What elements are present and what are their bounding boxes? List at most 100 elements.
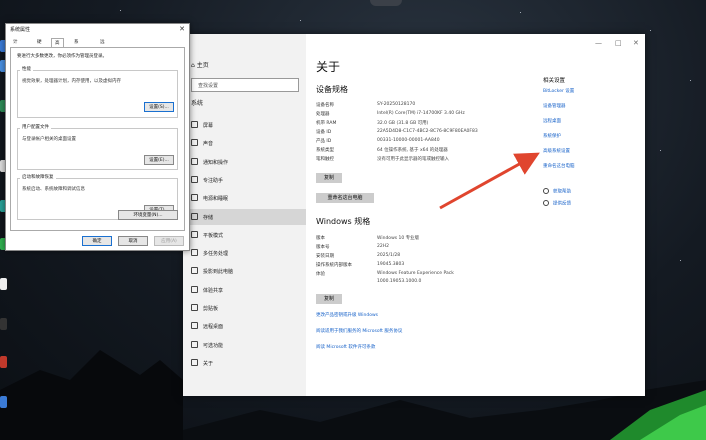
search-placeholder: 查找设置	[198, 83, 219, 89]
nav-item-label: 平板模式	[203, 233, 224, 239]
app-icon[interactable]	[0, 278, 7, 290]
tab-hardware[interactable]: 硬件	[34, 38, 45, 54]
get-help-label: 获取帮助	[553, 189, 571, 195]
ok-button[interactable]: 确定	[82, 236, 112, 246]
nav-item-label: 电源和睡眠	[203, 196, 229, 202]
nav-home[interactable]: ⌂ 主页	[191, 60, 209, 69]
rename-pc-button[interactable]: 重命名这台电脑	[316, 193, 374, 203]
nav-item-label: 专注助手	[203, 178, 224, 184]
nav-item-shared-experiences[interactable]: 体验共享	[183, 282, 306, 298]
star	[650, 30, 651, 31]
dialog-body: 要进行大多数更改，你必须作为管理员登录。 性能 视觉效果，处理器计划，内存使用，…	[10, 47, 185, 231]
app-icon[interactable]	[0, 318, 7, 330]
environment-variables-button[interactable]: 环境变量(N)...	[118, 210, 178, 220]
give-feedback-label: 提供反馈	[553, 201, 571, 207]
cancel-button[interactable]: 取消	[118, 236, 148, 246]
copy-device-specs-button[interactable]: 复制	[316, 173, 342, 183]
tab-computer-name[interactable]: 计算机名	[10, 38, 21, 72]
display-icon	[191, 121, 198, 128]
tab-remote[interactable]: 远程	[97, 38, 108, 54]
star	[300, 20, 301, 21]
advanced-system-settings-link[interactable]: 高级系统设置	[543, 148, 570, 154]
nav-item-label: 投影到此电脑	[203, 269, 234, 275]
spec-key: 产品 ID	[316, 139, 332, 144]
spec-value: 1000.19053.1000.0	[377, 279, 422, 284]
performance-settings-button[interactable]: 设置(S)...	[144, 102, 174, 112]
settings-content: 关于 设备规格 设备名称 SY-20250128170 处理器 Intel(R) C…	[306, 34, 645, 396]
nav-item-storage[interactable]: 存储	[183, 209, 306, 225]
nav-item-clipboard[interactable]: 剪贴板	[183, 300, 306, 316]
service-agreement-link[interactable]: 阅读适用于我们服务的 Microsoft 服务协议	[316, 328, 402, 334]
app-icon[interactable]	[0, 356, 7, 368]
spec-value: 32.0 GB (31.8 GB 可用)	[377, 121, 429, 126]
spec-value: 22H2	[377, 244, 389, 249]
spec-value: 64 位操作系统, 基于 x64 的处理器	[377, 148, 448, 153]
nav-item-tablet-mode[interactable]: 平板模式	[183, 227, 306, 243]
group-title: 用户配置文件	[20, 124, 51, 130]
app-icon[interactable]	[0, 396, 7, 408]
user-profiles-settings-button[interactable]: 设置(E)...	[144, 155, 174, 165]
nav-item-about[interactable]: 关于	[183, 355, 306, 371]
change-product-key-link[interactable]: 更改产品密钥或升级 Windows	[316, 312, 378, 318]
page-title: 关于	[316, 60, 341, 74]
get-help-link[interactable]: 获取帮助	[543, 188, 571, 195]
notification-icon	[191, 158, 198, 165]
nav-item-projecting[interactable]: 投影到此电脑	[183, 263, 306, 279]
nav-item-remote-desktop[interactable]: 远程桌面	[183, 318, 306, 334]
nav-item-optional-features[interactable]: 可选功能	[183, 337, 306, 353]
nav-item-label: 剪贴板	[203, 306, 219, 312]
tab-system-protection[interactable]: 系统保护	[71, 38, 82, 72]
group-desc: 视觉效果，处理器计划，内存使用，以及虚拟内存	[22, 79, 121, 84]
nav-item-display[interactable]: 屏幕	[183, 117, 306, 133]
nav-item-multitasking[interactable]: 多任务处理	[183, 245, 306, 261]
system-protection-link[interactable]: 系统保护	[543, 133, 561, 139]
remote-desktop-link[interactable]: 远程桌面	[543, 118, 561, 124]
spec-key: 版本	[316, 236, 325, 241]
related-settings-title: 相关设置	[543, 78, 566, 84]
group-desc: 与登录帐户相关的桌面设置	[22, 137, 76, 142]
group-title: 启动和故障恢复	[20, 174, 56, 180]
projector-icon	[191, 267, 198, 274]
spec-value: 2025/1/28	[377, 253, 401, 258]
copy-windows-specs-button[interactable]: 复制	[316, 294, 342, 304]
spec-key: 机带 RAM	[316, 121, 337, 126]
nav-item-power[interactable]: 电源和睡眠	[183, 190, 306, 206]
info-icon	[191, 359, 198, 366]
nav-item-label: 关于	[203, 361, 214, 367]
spec-key: 设备名称	[316, 103, 334, 108]
apply-button[interactable]: 应用(A)	[154, 236, 184, 246]
star	[120, 10, 121, 11]
spec-key: 操作系统内部版本	[316, 263, 352, 268]
spec-key: 版本号	[316, 245, 330, 250]
nav-item-label: 通知和操作	[203, 160, 229, 166]
give-feedback-link[interactable]: 提供反馈	[543, 200, 571, 207]
star	[690, 80, 691, 81]
spec-key: 安装日期	[316, 254, 334, 259]
license-terms-link[interactable]: 阅读 Microsoft 软件许可条款	[316, 344, 375, 350]
nav-item-label: 体验共享	[203, 288, 224, 294]
spec-value: Windows Feature Experience Pack	[377, 271, 454, 276]
spec-key: 笔和触控	[316, 157, 334, 162]
nav-item-focus-assist[interactable]: 专注助手	[183, 172, 306, 188]
settings-window: — □ ✕ ⌂ 主页 查找设置 系统 屏幕 声音 通知和操作 专注助手 电源和睡…	[183, 34, 645, 396]
nav-section-title: 系统	[191, 100, 204, 107]
windows-specs-heading: Windows 规格	[316, 217, 371, 226]
nav-item-sound[interactable]: 声音	[183, 135, 306, 151]
bitlocker-settings-link[interactable]: BitLocker 设置	[543, 88, 574, 94]
feedback-icon	[543, 200, 549, 206]
spec-value: 00331-10000-00001-AA840	[377, 138, 440, 143]
moon-icon	[191, 176, 198, 183]
spec-key: 设备 ID	[316, 130, 332, 135]
settings-nav: ⌂ 主页 查找设置 系统 屏幕 声音 通知和操作 专注助手 电源和睡眠 存储 平…	[183, 34, 306, 396]
power-icon	[191, 194, 198, 201]
nav-home-label: 主页	[196, 62, 209, 69]
device-manager-link[interactable]: 设备管理器	[543, 103, 566, 109]
close-icon[interactable]: ✕	[179, 25, 185, 33]
features-icon	[191, 341, 198, 348]
sound-icon	[191, 139, 198, 146]
group-desc: 系统启动、系统故障和调试信息	[22, 187, 85, 192]
nav-item-label: 多任务处理	[203, 251, 229, 257]
rename-pc-link[interactable]: 重命名这台电脑	[543, 163, 575, 169]
nav-item-notifications[interactable]: 通知和操作	[183, 154, 306, 170]
search-input[interactable]: 查找设置	[191, 78, 299, 92]
